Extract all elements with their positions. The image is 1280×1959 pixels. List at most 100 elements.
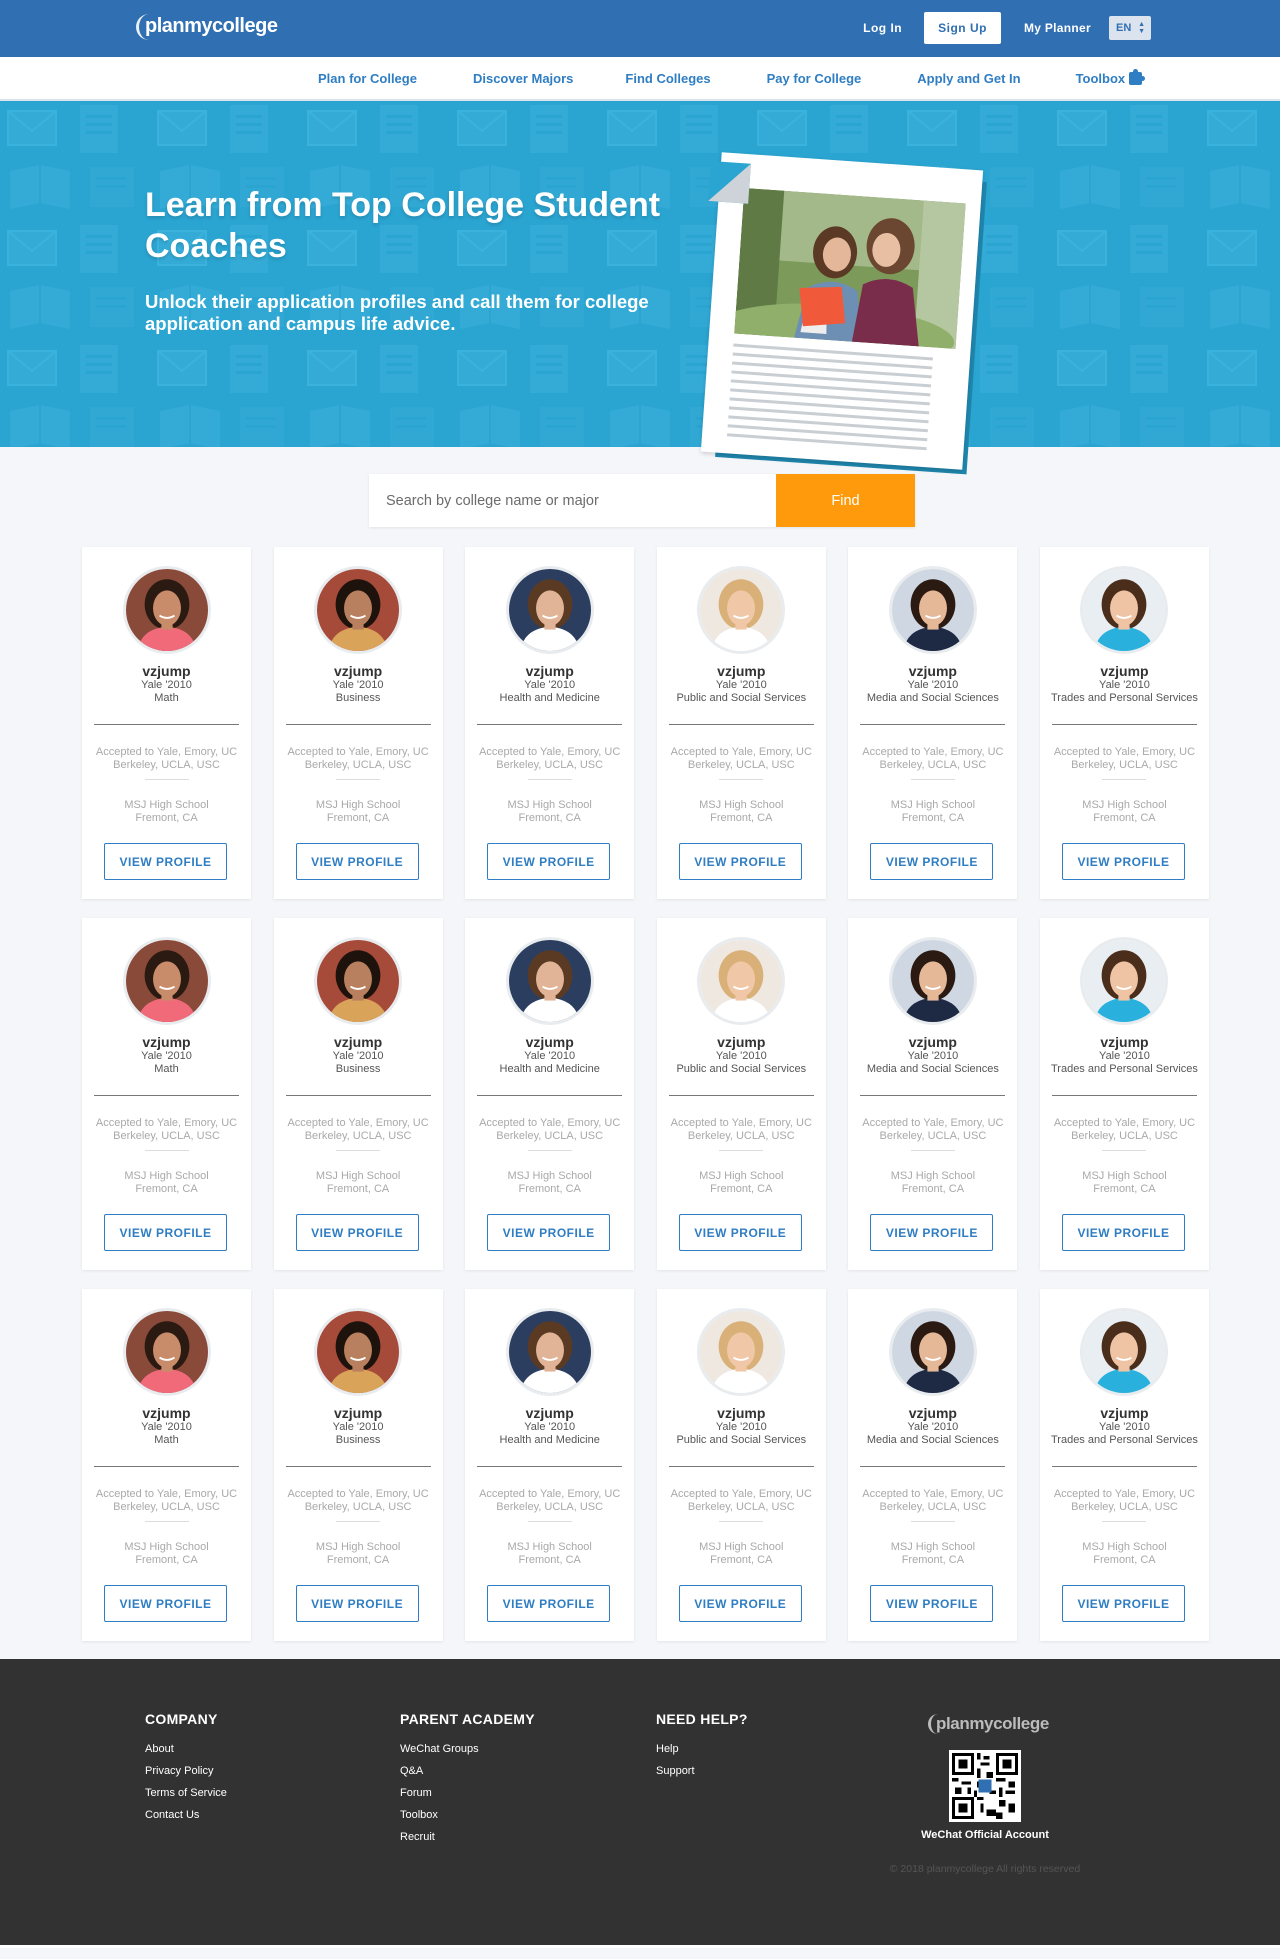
search-input[interactable] (369, 474, 776, 527)
view-profile-button[interactable]: VIEW PROFILE (295, 843, 419, 880)
view-profile-button[interactable]: VIEW PROFILE (487, 1585, 611, 1622)
view-profile-button[interactable]: VIEW PROFILE (870, 843, 994, 880)
divider (910, 1521, 955, 1522)
divider (719, 1521, 764, 1522)
nav-plan-for-college[interactable]: Plan for College (318, 71, 417, 86)
nav-pay-for-college[interactable]: Pay for College (767, 71, 862, 86)
footer-link-terms[interactable]: Terms of Service (145, 1787, 227, 1799)
view-profile-button[interactable]: VIEW PROFILE (870, 1585, 994, 1622)
footer-link-privacy[interactable]: Privacy Policy (145, 1765, 227, 1777)
footer-link-forum[interactable]: Forum (400, 1787, 535, 1799)
login-link[interactable]: Log In (863, 21, 902, 35)
coach-major: Math (154, 1434, 179, 1446)
avatar (505, 1308, 594, 1396)
accepted-colleges: Accepted to Yale, Emory, UC Berkeley, UC… (479, 746, 621, 771)
footer-link-qa[interactable]: Q&A (400, 1765, 535, 1777)
view-profile-button[interactable]: VIEW PROFILE (678, 1585, 802, 1622)
updown-caret-icon: ▲ ▼ (1138, 21, 1145, 35)
footer-link-toolbox[interactable]: Toolbox (400, 1809, 535, 1821)
coach-name: vzjump (908, 1405, 957, 1421)
view-profile-button[interactable]: VIEW PROFILE (295, 1585, 419, 1622)
accepted-colleges: Accepted to Yale, Emory, UC Berkeley, UC… (862, 1117, 1004, 1142)
hero-background-pattern (0, 101, 1280, 447)
language-select[interactable]: EN ▲ ▼ (1109, 16, 1151, 40)
coach-name: vzjump (525, 1405, 574, 1421)
high-school: MSJ High School Fremont, CA (848, 799, 1017, 825)
hero-subtitle: Unlock their application profiles and ca… (145, 291, 649, 334)
view-profile-button[interactable]: VIEW PROFILE (104, 1214, 227, 1251)
hero-banner: Learn from Top College Student Coaches U… (0, 101, 1280, 475)
avatar (1080, 937, 1169, 1025)
avatar (697, 566, 786, 654)
accepted-colleges: Accepted to Yale, Emory, UC Berkeley, UC… (670, 746, 812, 771)
view-profile-button[interactable]: VIEW PROFILE (678, 843, 802, 880)
signup-button[interactable]: Sign Up (924, 12, 1001, 44)
coach-year: Yale '2010 (332, 1421, 384, 1433)
coach-major: Trades and Personal Services (1050, 1063, 1198, 1075)
footer-link-help[interactable]: Help (656, 1743, 748, 1755)
coach-major: Health and Medicine (499, 1063, 600, 1075)
view-profile-button[interactable]: VIEW PROFILE (1061, 843, 1185, 880)
search-section: Find (0, 447, 1280, 547)
footer-link-about[interactable]: About (145, 1743, 227, 1755)
my-planner-link[interactable]: My Planner (1024, 21, 1091, 35)
divider (1051, 724, 1197, 725)
view-profile-button[interactable]: VIEW PROFILE (104, 843, 227, 880)
view-profile-button[interactable]: VIEW PROFILE (487, 1214, 611, 1251)
avatar (888, 937, 977, 1025)
coach-card: vzjump Yale '2010 Public and Social Servic… (656, 918, 826, 1270)
coach-card: vzjump Yale '2010 Trades and Personal Serv… (1039, 1289, 1209, 1641)
accepted-colleges: Accepted to Yale, Emory, UC Berkeley, UC… (1053, 1488, 1196, 1513)
nav-apply-and-get-in[interactable]: Apply and Get In (917, 71, 1020, 86)
find-button[interactable]: Find (776, 474, 915, 527)
coach-year: Yale '2010 (332, 1050, 384, 1062)
coach-year: Yale '2010 (907, 679, 959, 691)
coach-name: vzjump (717, 1405, 766, 1421)
avatar (505, 937, 594, 1025)
footer-link-contact[interactable]: Contact Us (145, 1809, 227, 1821)
top-bar: planmycollege Log In Sign Up My Planner … (0, 0, 1280, 57)
nav-toolbox[interactable]: Toolbox (1076, 68, 1146, 86)
footer-logo[interactable]: planmycollege (928, 1714, 1049, 1734)
coach-card: vzjump Yale '2010 Health and Medicine Accep… (465, 1289, 635, 1641)
footer-link-recruit[interactable]: Recruit (400, 1831, 535, 1843)
coach-major: Math (154, 1063, 179, 1075)
view-profile-button[interactable]: VIEW PROFILE (1061, 1585, 1185, 1622)
divider (527, 779, 572, 780)
school-location: Fremont, CA (326, 1183, 390, 1195)
school-location: Fremont, CA (710, 1554, 773, 1566)
divider (668, 1095, 814, 1096)
divider (285, 1095, 431, 1096)
view-profile-button[interactable]: VIEW PROFILE (487, 843, 611, 880)
view-profile-button[interactable]: VIEW PROFILE (104, 1585, 227, 1622)
coach-card: vzjump Yale '2010 Health and Medicine Accep… (465, 918, 635, 1270)
divider (719, 1150, 764, 1151)
nav-discover-majors[interactable]: Discover Majors (473, 71, 573, 86)
view-profile-button[interactable]: VIEW PROFILE (870, 1214, 994, 1251)
coach-card: vzjump Yale '2010 Math Accepted to Yale, Em… (82, 547, 251, 899)
view-profile-button[interactable]: VIEW PROFILE (678, 1214, 802, 1251)
coach-major: Trades and Personal Services (1050, 692, 1198, 704)
coach-card: vzjump Yale '2010 Trades and Personal Serv… (1039, 547, 1209, 899)
footer-link-wechat-groups[interactable]: WeChat Groups (400, 1743, 535, 1755)
coach-major: Trades and Personal Services (1050, 1434, 1198, 1446)
coach-name: vzjump (717, 1034, 766, 1050)
site-logo[interactable]: planmycollege (136, 14, 285, 40)
accepted-colleges: Accepted to Yale, Emory, UC Berkeley, UC… (1053, 746, 1196, 771)
high-school: MSJ High School Fremont, CA (274, 1541, 443, 1567)
coach-card: vzjump Yale '2010 Math Accepted to Yale, Em… (82, 1289, 251, 1641)
view-profile-button[interactable]: VIEW PROFILE (295, 1214, 419, 1251)
nav-find-colleges[interactable]: Find Colleges (625, 71, 710, 86)
divider (144, 779, 189, 780)
view-profile-button[interactable]: VIEW PROFILE (1061, 1214, 1185, 1251)
divider (477, 1095, 623, 1096)
accepted-colleges: Accepted to Yale, Emory, UC Berkeley, UC… (670, 1488, 812, 1513)
divider (285, 724, 431, 725)
coach-name: vzjump (525, 663, 574, 679)
footer-link-support[interactable]: Support (656, 1765, 748, 1777)
avatar (122, 1308, 211, 1396)
coach-name: vzjump (142, 1034, 191, 1050)
footer-parent-academy: PARENT ACADEMY WeChat Groups Q&A Forum T… (400, 1711, 535, 1853)
school-name: MSJ High School (124, 1541, 209, 1553)
coach-major: Public and Social Services (676, 1434, 807, 1446)
